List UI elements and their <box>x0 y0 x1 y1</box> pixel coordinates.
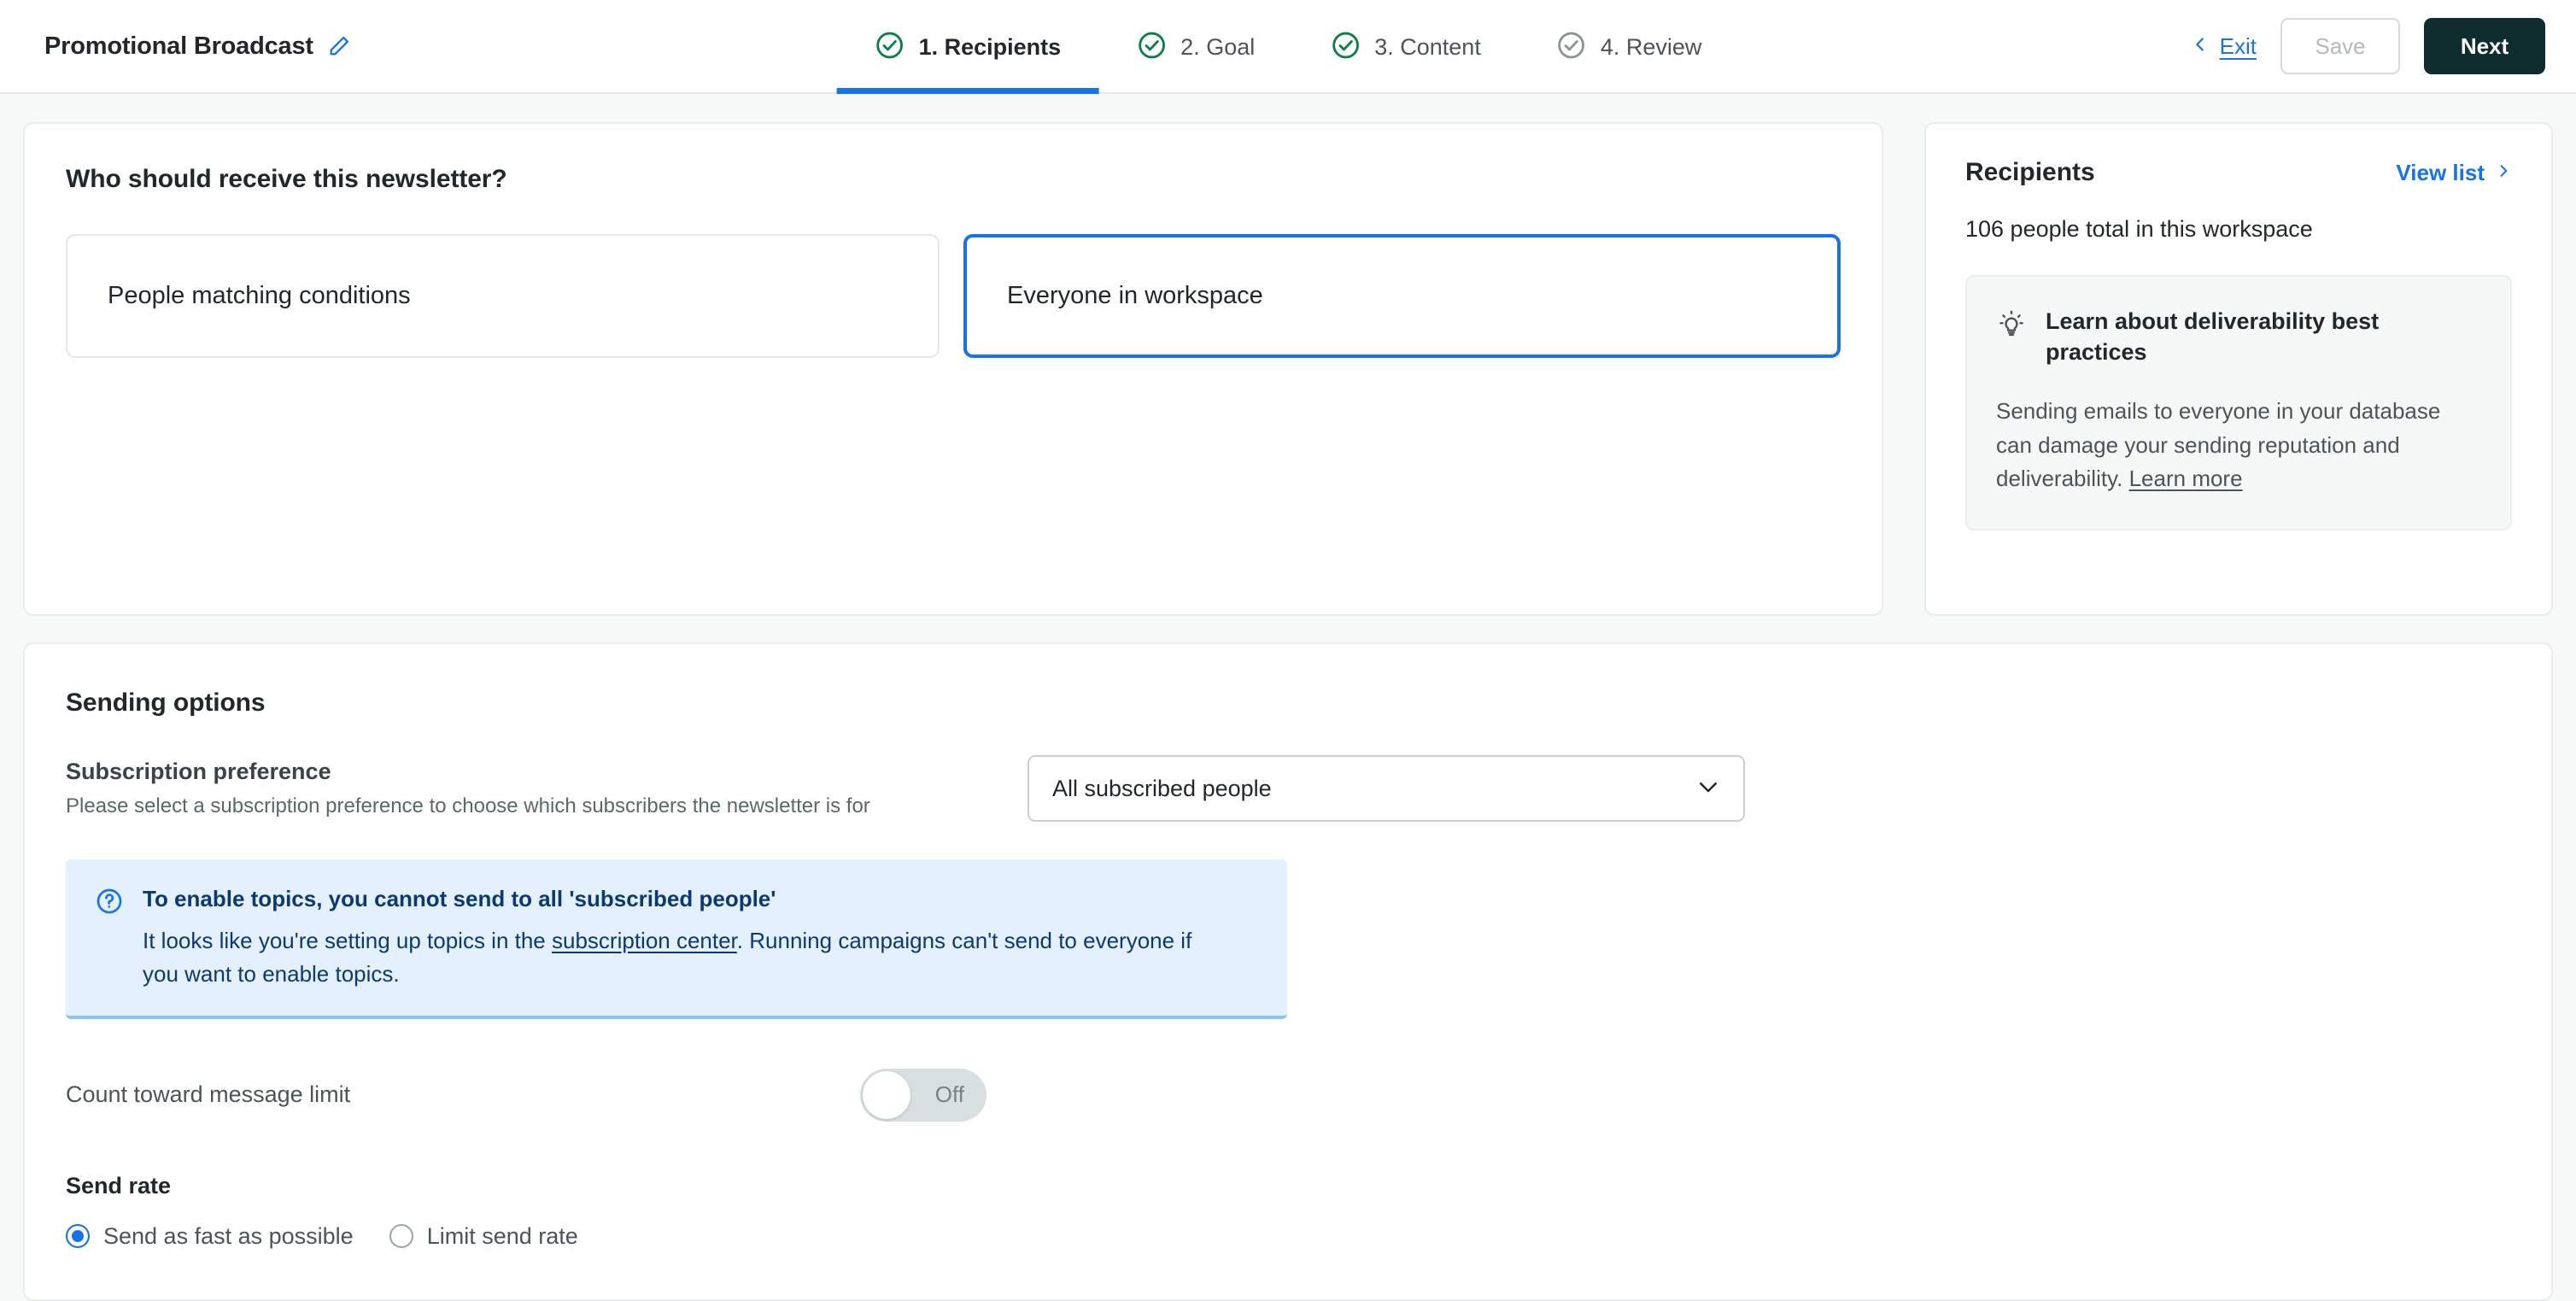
check-circle-icon <box>875 30 905 65</box>
chevron-left-icon <box>2191 32 2210 61</box>
subscription-preference-label: Subscription preference <box>66 759 331 784</box>
step-label: 3. Content <box>1374 33 1481 60</box>
check-circle-icon <box>1136 30 1167 65</box>
check-circle-icon <box>1556 30 1587 65</box>
message-limit-label: Count toward message limit <box>66 1081 351 1108</box>
subscription-preference-select[interactable]: All subscribed people <box>1027 755 1745 822</box>
recipients-heading: Who should receive this newsletter? <box>66 165 507 193</box>
side-panel-title: Recipients <box>1965 158 2095 186</box>
chevron-down-icon <box>1695 774 1721 804</box>
radio-indicator <box>389 1224 413 1249</box>
radio-send-as-fast-as-possible[interactable]: Send as fast as possible <box>66 1223 366 1250</box>
check-circle-icon <box>1330 30 1361 65</box>
recipients-card: Who should receive this newsletter? Peop… <box>23 122 1883 616</box>
view-list-button[interactable]: View list <box>2396 160 2512 186</box>
send-rate-label: Send rate <box>66 1172 172 1198</box>
learn-more-link[interactable]: Learn more <box>2129 466 2243 491</box>
banner-text: It looks like you're setting up topics i… <box>143 924 1215 992</box>
top-row: Who should receive this newsletter? Peop… <box>23 122 2553 616</box>
pencil-icon[interactable] <box>327 34 351 58</box>
radio-indicator <box>66 1224 90 1249</box>
side-panel-header: Recipients View list <box>1965 158 2512 187</box>
banner-title: To enable topics, you cannot send to all… <box>143 886 776 911</box>
tip-title: Learn about deliverability best practice… <box>2046 308 2380 366</box>
app-header: Promotional Broadcast 1. Recipients 2. G… <box>0 0 2576 94</box>
subscription-center-link[interactable]: subscription center <box>552 928 737 953</box>
lightbulb-icon <box>1996 308 2027 343</box>
recipient-choice-group: People matching conditions Everyone in w… <box>66 234 1841 358</box>
toggle-state-label: Off <box>934 1081 964 1108</box>
banner-text-before: It looks like you're setting up topics i… <box>143 927 552 953</box>
step-label: 2. Goal <box>1180 33 1256 60</box>
exit-label: Exit <box>2219 32 2257 59</box>
radio-label: Send as fast as possible <box>103 1222 354 1249</box>
brand-area: Promotional Broadcast <box>44 32 351 61</box>
recipient-count: 106 people total in this workspace <box>1965 216 2313 242</box>
topics-info-banner: To enable topics, you cannot send to all… <box>66 859 1287 1019</box>
step-tab-content[interactable]: 3. Content <box>1292 0 1519 94</box>
subscription-preference-row: Subscription preference Please select a … <box>66 755 2510 822</box>
subscription-preference-value: All subscribed people <box>1052 775 1272 801</box>
chevron-right-icon <box>2495 160 2512 186</box>
save-button[interactable]: Save <box>2280 18 2400 74</box>
message-limit-row: Count toward message limit Off <box>66 1068 2510 1122</box>
view-list-label: View list <box>2396 159 2485 185</box>
tip-header: Learn about deliverability best practice… <box>1996 306 2479 367</box>
sending-options-heading: Sending options <box>66 689 266 717</box>
step-label: 4. Review <box>1600 33 1702 60</box>
radio-limit-send-rate[interactable]: Limit send rate <box>389 1223 590 1250</box>
page-title: Promotional Broadcast <box>44 32 313 60</box>
radio-label: Limit send rate <box>426 1222 578 1249</box>
step-nav: 1. Recipients 2. Goal 3. Content 4. Revi… <box>836 0 1740 94</box>
step-tab-review[interactable]: 4. Review <box>1519 0 1740 94</box>
sending-options-card: Sending options Subscription preference … <box>23 642 2553 1301</box>
exit-button[interactable]: Exit <box>2191 32 2257 61</box>
choice-everyone-in-workspace[interactable]: Everyone in workspace <box>963 234 1841 358</box>
deliverability-tip-card: Learn about deliverability best practice… <box>1965 275 2512 530</box>
choice-people-matching-conditions[interactable]: People matching conditions <box>66 234 940 358</box>
subscription-preference-help: Please select a subscription preference … <box>66 794 870 818</box>
recipients-side-panel: Recipients View list 106 people total in… <box>1924 122 2553 616</box>
choice-label: Everyone in workspace <box>1007 282 1263 309</box>
toggle-knob <box>863 1070 910 1119</box>
step-tab-goal[interactable]: 2. Goal <box>1098 0 1292 94</box>
step-label: 1. Recipients <box>918 33 1062 60</box>
choice-label: People matching conditions <box>108 282 411 309</box>
tip-body: Sending emails to everyone in your datab… <box>1996 395 2479 496</box>
next-button[interactable]: Next <box>2424 18 2545 74</box>
step-tab-recipients[interactable]: 1. Recipients <box>836 0 1099 94</box>
send-rate-radio-group: Send as fast as possible Limit send rate <box>66 1223 2510 1250</box>
header-actions: Exit Save Next <box>2191 18 2545 74</box>
page-body: Who should receive this newsletter? Peop… <box>0 94 2576 1301</box>
question-circle-icon <box>95 887 124 920</box>
subscription-preference-texts: Subscription preference Please select a … <box>66 755 1005 818</box>
message-limit-toggle[interactable]: Off <box>860 1068 986 1122</box>
banner-content: To enable topics, you cannot send to all… <box>143 885 1215 992</box>
